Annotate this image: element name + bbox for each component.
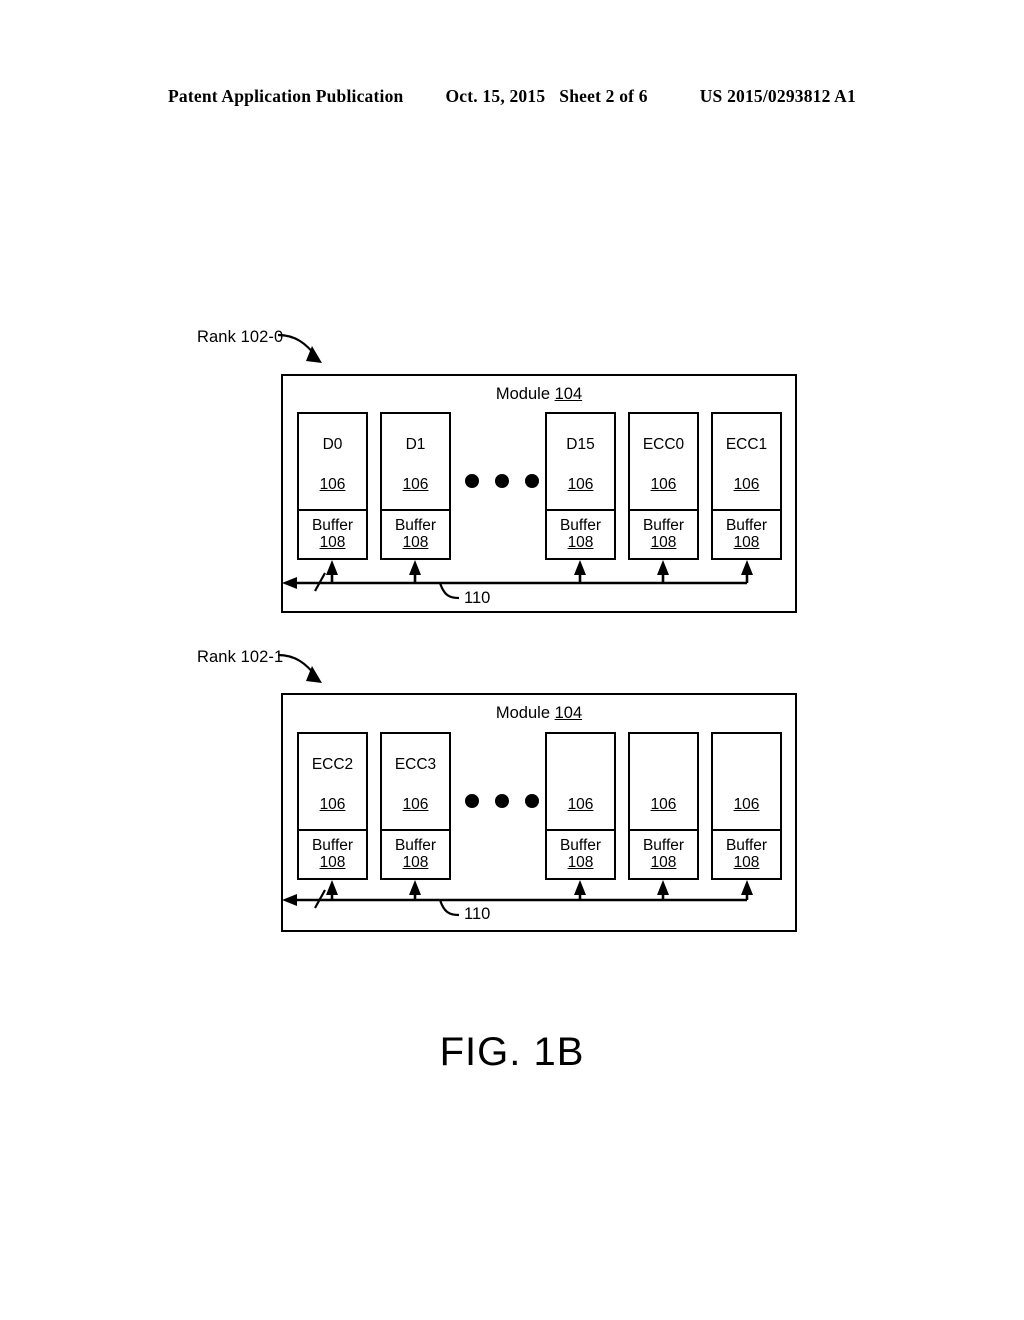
ellipsis-dot xyxy=(525,794,539,808)
chip-ecc2-buffer-label: Buffer xyxy=(311,836,354,854)
chip-d0-body: D0 106 xyxy=(299,414,366,509)
ellipsis-dot xyxy=(465,474,479,488)
chip-d0-buffer-ref: 108 xyxy=(319,533,346,551)
module-ref-rank-0: 104 xyxy=(554,385,583,403)
chip-ecc0-body: ECC0 106 xyxy=(630,414,697,509)
rank-label-102-0: Rank 102-0 xyxy=(197,328,284,346)
chip-ecc1-ref: 106 xyxy=(733,476,760,493)
chip-ecc1-buffer: Buffer 108 xyxy=(713,509,780,558)
chip-d15-buffer-label: Buffer xyxy=(559,516,602,534)
chip-rank1-unlabeled-2-buffer-ref: 108 xyxy=(650,853,677,871)
chip-d15-buffer: Buffer 108 xyxy=(547,509,614,558)
chip-rank1-unlabeled-2-buffer: Buffer 108 xyxy=(630,829,697,878)
chip-ecc3-name: ECC3 xyxy=(394,756,437,773)
chip-ecc1-buffer-label: Buffer xyxy=(725,516,768,534)
chip-ecc3-buffer-label: Buffer xyxy=(394,836,437,854)
ellipsis-dot xyxy=(465,794,479,808)
chip-rank1-unlabeled-1-buffer-ref: 108 xyxy=(567,853,594,871)
ellipsis-dot xyxy=(495,474,509,488)
rank-102-0-leader-arrow xyxy=(277,333,322,363)
chip-rank1-unlabeled-1: 106 Buffer 108 xyxy=(545,732,616,880)
chip-ecc2-name: ECC2 xyxy=(311,756,354,773)
chip-rank1-unlabeled-2-ref: 106 xyxy=(650,796,677,813)
chip-ecc1: ECC1 106 Buffer 108 xyxy=(711,412,782,560)
chip-d0-name: D0 xyxy=(322,436,343,453)
chip-ecc2-buffer: Buffer 108 xyxy=(299,829,366,878)
module-ref-rank-1: 104 xyxy=(554,704,583,722)
chip-ecc1-name: ECC1 xyxy=(725,436,768,453)
chip-ecc1-body: ECC1 106 xyxy=(713,414,780,509)
bus-wiring xyxy=(282,560,753,917)
patent-figure-1b: Rank 102-0 Module 104 D0 106 Buffer 108 … xyxy=(0,0,1024,1320)
chip-d0: D0 106 Buffer 108 xyxy=(297,412,368,560)
ellipsis-dot xyxy=(525,474,539,488)
chip-d1-buffer-ref: 108 xyxy=(402,533,429,551)
chip-rank1-unlabeled-1-body: 106 xyxy=(547,734,614,829)
chip-d1-name: D1 xyxy=(405,436,426,453)
chip-ecc3-buffer-ref: 108 xyxy=(402,853,429,871)
chip-rank1-unlabeled-3-buffer: Buffer 108 xyxy=(713,829,780,878)
chip-ecc3: ECC3 106 Buffer 108 xyxy=(380,732,451,880)
module-title-text-rank-0: Module xyxy=(495,385,550,403)
chip-rank1-unlabeled-3: 106 Buffer 108 xyxy=(711,732,782,880)
chip-d15: D15 106 Buffer 108 xyxy=(545,412,616,560)
chip-d1-body: D1 106 xyxy=(382,414,449,509)
chip-d15-body: D15 106 xyxy=(547,414,614,509)
module-title-rank-0: Module 104 xyxy=(283,385,795,404)
chip-rank1-unlabeled-2-body: 106 xyxy=(630,734,697,829)
chip-ellipsis-rank-1 xyxy=(465,794,539,808)
chip-rank1-unlabeled-3-body: 106 xyxy=(713,734,780,829)
chip-ecc0: ECC0 106 Buffer 108 xyxy=(628,412,699,560)
chip-d0-ref: 106 xyxy=(319,476,346,493)
chip-d15-name: D15 xyxy=(566,436,595,453)
chip-ecc3-buffer: Buffer 108 xyxy=(382,829,449,878)
chip-ecc2-buffer-ref: 108 xyxy=(319,853,346,871)
ellipsis-dot xyxy=(495,794,509,808)
chip-ellipsis-rank-0 xyxy=(465,474,539,488)
chip-ecc2-body: ECC2 106 xyxy=(299,734,366,829)
chip-d1: D1 106 Buffer 108 xyxy=(380,412,451,560)
chip-ecc0-buffer-ref: 108 xyxy=(650,533,677,551)
chip-d1-buffer-label: Buffer xyxy=(394,516,437,534)
rank-label-102-1: Rank 102-1 xyxy=(197,648,284,666)
bus-ref-label-rank-0: 110 xyxy=(464,589,491,607)
chip-rank1-unlabeled-1-ref: 106 xyxy=(567,796,594,813)
chip-rank1-unlabeled-2-buffer-label: Buffer xyxy=(642,836,685,854)
chip-rank1-unlabeled-3-ref: 106 xyxy=(733,796,760,813)
chip-ecc3-body: ECC3 106 xyxy=(382,734,449,829)
chip-ecc0-ref: 106 xyxy=(650,476,677,493)
chip-d1-buffer: Buffer 108 xyxy=(382,509,449,558)
chip-ecc0-buffer: Buffer 108 xyxy=(630,509,697,558)
chip-ecc3-ref: 106 xyxy=(402,796,429,813)
chip-d0-buffer: Buffer 108 xyxy=(299,509,366,558)
chip-rank1-unlabeled-1-buffer: Buffer 108 xyxy=(547,829,614,878)
chip-d0-buffer-label: Buffer xyxy=(311,516,354,534)
chip-rank1-unlabeled-1-buffer-label: Buffer xyxy=(559,836,602,854)
chip-ecc2-ref: 106 xyxy=(319,796,346,813)
chip-d1-ref: 106 xyxy=(402,476,429,493)
chip-d15-ref: 106 xyxy=(567,476,594,493)
chip-ecc2: ECC2 106 Buffer 108 xyxy=(297,732,368,880)
chip-ecc0-buffer-label: Buffer xyxy=(642,516,685,534)
chip-rank1-unlabeled-3-buffer-label: Buffer xyxy=(725,836,768,854)
chip-ecc1-buffer-ref: 108 xyxy=(733,533,760,551)
module-title-rank-1: Module 104 xyxy=(283,704,795,723)
chip-ecc0-name: ECC0 xyxy=(642,436,685,453)
chip-rank1-unlabeled-3-buffer-ref: 108 xyxy=(733,853,760,871)
chip-rank1-unlabeled-2: 106 Buffer 108 xyxy=(628,732,699,880)
figure-caption: FIG. 1B xyxy=(439,1030,585,1074)
bus-ref-label-rank-1: 110 xyxy=(464,905,491,923)
rank-102-1-leader-arrow xyxy=(277,653,322,683)
chip-d15-buffer-ref: 108 xyxy=(567,533,594,551)
module-title-text-rank-1: Module xyxy=(495,704,550,722)
